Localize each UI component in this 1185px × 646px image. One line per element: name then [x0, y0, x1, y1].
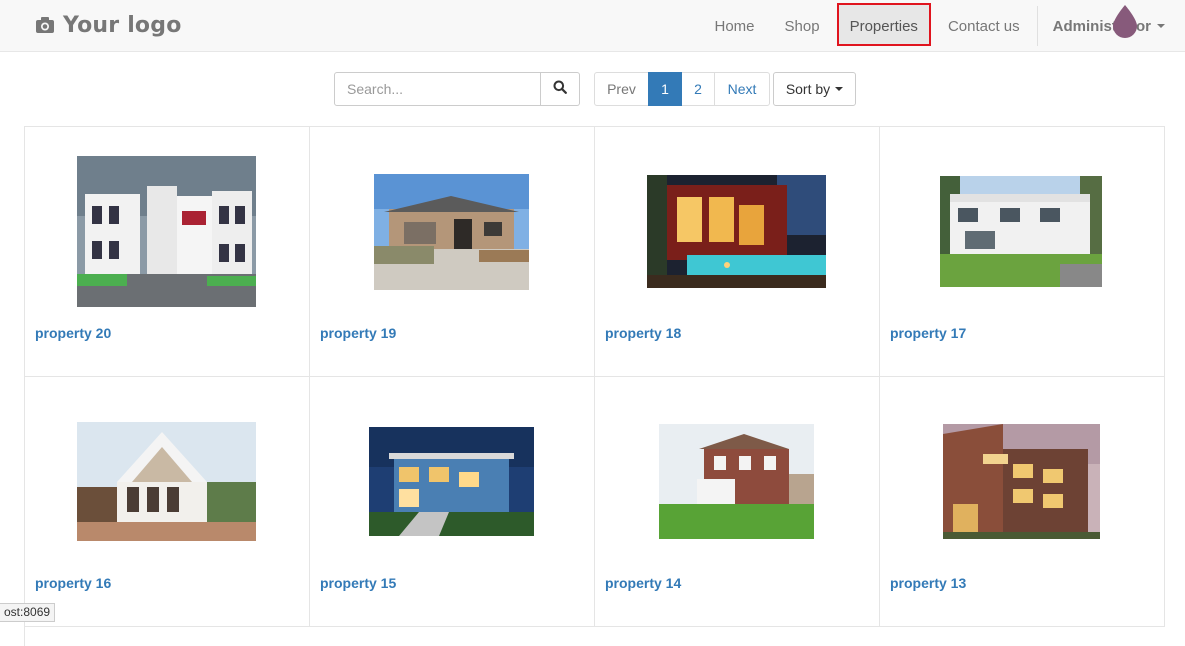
nav-home-label: Home: [715, 18, 755, 35]
brand-logo[interactable]: Your logo: [35, 10, 182, 40]
logo-text: Your logo: [63, 13, 182, 38]
nav-contact-label: Contact us: [948, 18, 1020, 35]
property-photo[interactable]: [77, 156, 256, 307]
sort-by-dropdown[interactable]: Sort by: [773, 72, 856, 106]
page-2-button[interactable]: 2: [681, 72, 715, 106]
property-card[interactable]: property 13: [880, 377, 1165, 627]
property-photo[interactable]: [647, 175, 826, 288]
property-photo[interactable]: [77, 422, 256, 541]
main-menu: Home Shop Properties Contact us Administ…: [700, 0, 1185, 52]
search-icon: [553, 80, 567, 99]
property-name[interactable]: property 17: [890, 325, 966, 341]
nav-properties-label: Properties: [850, 18, 918, 35]
property-name[interactable]: property 15: [320, 575, 396, 591]
property-card[interactable]: property 15: [310, 377, 595, 627]
user-menu[interactable]: Administrator: [1038, 0, 1185, 52]
page-1-button[interactable]: 1: [648, 72, 682, 106]
property-card[interactable]: property 14: [595, 377, 880, 627]
property-photo[interactable]: [374, 174, 529, 290]
top-navbar: Your logo Home Shop Properties Contact u…: [0, 0, 1185, 52]
nav-home[interactable]: Home: [700, 0, 770, 52]
property-name[interactable]: property 20: [35, 325, 111, 341]
property-card[interactable]: property 19: [310, 127, 595, 377]
prev-page-button[interactable]: Prev: [594, 72, 649, 106]
chevron-down-icon: [835, 87, 843, 91]
property-name[interactable]: property 14: [605, 575, 681, 591]
property-photo[interactable]: [659, 424, 814, 539]
nav-contact-us[interactable]: Contact us: [933, 0, 1035, 52]
odoo-drop-icon[interactable]: [1111, 4, 1139, 38]
pagination: Prev 1 2 Next: [594, 72, 770, 106]
status-bar-url: ost:8069: [0, 603, 55, 622]
search-input[interactable]: [334, 72, 541, 106]
next-page-button[interactable]: Next: [714, 72, 770, 106]
sort-by-label: Sort by: [786, 81, 830, 97]
property-card[interactable]: property 17: [880, 127, 1165, 377]
chevron-down-icon: [1157, 24, 1165, 28]
property-grid: property 20 property 19: [24, 126, 1165, 646]
property-name[interactable]: property 18: [605, 325, 681, 341]
property-name[interactable]: property 13: [890, 575, 966, 591]
search-form: [334, 72, 580, 106]
nav-properties[interactable]: Properties: [835, 0, 933, 52]
nav-shop[interactable]: Shop: [770, 0, 835, 52]
property-photo[interactable]: [940, 176, 1102, 287]
camera-icon: [35, 16, 55, 34]
search-button[interactable]: [541, 72, 580, 106]
nav-shop-label: Shop: [785, 18, 820, 35]
property-card[interactable]: property 18: [595, 127, 880, 377]
property-card[interactable]: property 20: [25, 127, 310, 377]
property-name[interactable]: property 19: [320, 325, 396, 341]
property-photo[interactable]: [369, 427, 534, 536]
property-card[interactable]: property 16: [25, 377, 310, 627]
property-photo[interactable]: [943, 424, 1100, 539]
property-name[interactable]: property 16: [35, 575, 111, 591]
